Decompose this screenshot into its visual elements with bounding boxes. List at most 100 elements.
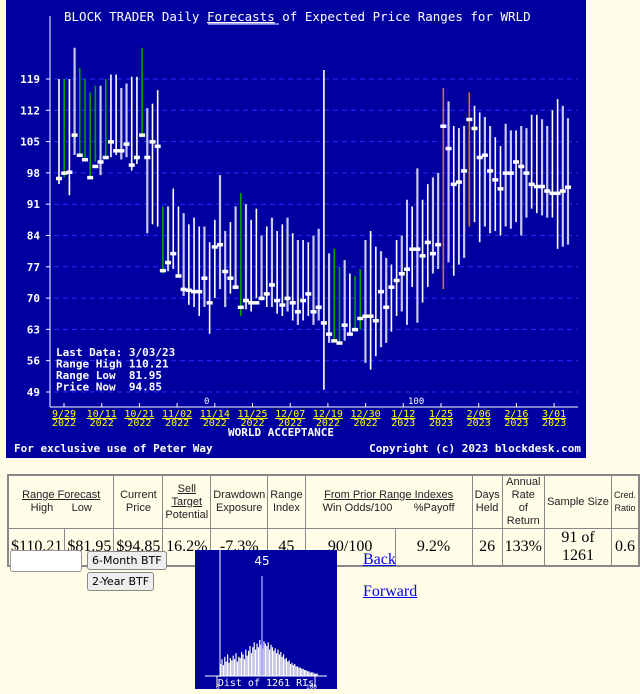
hist-bar	[308, 671, 310, 676]
forward-link[interactable]: Forward	[363, 583, 417, 601]
header-range-forecast: Range Forecast High Low	[7, 474, 115, 529]
x-tick-label-year: 2023	[542, 418, 566, 429]
footer-exclusive: For exclusive use of Peter Way	[14, 442, 213, 455]
y-tick-label: 112	[20, 104, 40, 117]
header-drawdown: Drawdown Exposure	[210, 474, 269, 529]
price-marker	[393, 278, 400, 283]
price-marker	[175, 274, 182, 278]
hist-bar	[239, 658, 241, 676]
price-marker	[217, 242, 224, 247]
forecasts-link[interactable]: Forecasts	[207, 9, 275, 24]
price-marker	[383, 305, 390, 310]
hist-bar	[273, 650, 275, 676]
hist-bar	[228, 662, 230, 676]
price-marker	[476, 155, 483, 160]
header-current-price: Current Price	[113, 474, 164, 529]
hist-bar	[295, 666, 297, 676]
hist-bar	[285, 658, 287, 676]
hist-bar	[304, 670, 306, 676]
price-marker	[154, 144, 161, 149]
y-tick-label: 70	[27, 292, 40, 305]
hist-bar	[288, 660, 290, 676]
price-marker	[107, 140, 114, 144]
price-marker	[331, 339, 338, 343]
price-marker	[513, 160, 520, 164]
hist-bar	[283, 654, 285, 676]
hist-bar	[290, 664, 292, 676]
hist-bar	[264, 643, 266, 676]
y-tick-label: 105	[20, 136, 40, 149]
six-month-btf-button[interactable]: 6-Month BTF	[87, 551, 167, 570]
price-marker	[300, 298, 307, 303]
hist-bar	[274, 648, 276, 676]
value-annual-return: 133%	[501, 528, 545, 567]
price-marker	[268, 283, 275, 287]
hist-bar	[252, 647, 254, 676]
hist-bar	[312, 672, 314, 676]
price-marker	[320, 321, 327, 325]
x-tick-label-year: 2023	[504, 418, 528, 429]
price-marker	[279, 303, 286, 307]
hist-bar	[221, 659, 223, 676]
hist-bar	[276, 653, 278, 676]
hist-bar	[234, 659, 236, 676]
price-marker	[336, 341, 343, 345]
price-marker	[305, 292, 312, 296]
price-marker	[502, 171, 509, 175]
y-tick-label: 56	[27, 355, 41, 368]
hist-bar	[246, 655, 248, 676]
price-marker	[97, 160, 104, 164]
symbol-input[interactable]	[10, 550, 82, 572]
price-marker	[66, 170, 73, 175]
hist-bar	[235, 653, 237, 676]
price-marker	[284, 296, 291, 301]
back-link[interactable]: Back	[363, 551, 396, 569]
price-marker	[398, 272, 405, 276]
hist-bar	[224, 656, 226, 676]
hist-bar	[249, 646, 251, 676]
value-sample-size: 91 of 1261	[543, 528, 612, 567]
price-marker	[253, 301, 260, 305]
header-sample-size: Sample Size	[543, 474, 612, 529]
price-marker	[352, 327, 359, 332]
header-days-held: Days Held	[471, 474, 503, 529]
price-marker	[128, 163, 135, 167]
hist-bar	[281, 656, 283, 676]
price-marker	[450, 182, 457, 187]
hist-bar	[259, 640, 261, 676]
price-marker	[113, 149, 120, 153]
price-marker	[424, 240, 431, 245]
price-marker	[123, 142, 130, 146]
hist-bar	[292, 665, 294, 676]
price-marker	[294, 310, 301, 314]
hist-bar	[227, 654, 229, 676]
hist-bar	[277, 649, 279, 676]
price-marker	[139, 133, 146, 137]
price-marker	[274, 298, 281, 303]
axis-marker-0: 0	[204, 397, 209, 407]
hist-bar	[253, 642, 255, 676]
price-marker	[81, 157, 88, 162]
price-marker	[237, 305, 244, 310]
hist-bar	[301, 668, 303, 676]
hist-bar	[297, 666, 299, 676]
hist-bar	[245, 649, 247, 676]
hist-caption: Dist of 1261 RIs	[218, 678, 314, 689]
price-marker	[378, 289, 385, 294]
price-marker	[258, 296, 265, 301]
hist-bar	[242, 654, 244, 676]
info-box-line: Price Now 94.85	[56, 381, 162, 394]
hist-bar	[250, 653, 252, 676]
x-tick-label-year: 2023	[391, 418, 415, 429]
header-sell-target: Sell Target Potential	[162, 474, 212, 529]
hist-bar	[257, 647, 259, 676]
price-marker	[466, 117, 473, 122]
price-marker	[372, 318, 379, 323]
header-range-index: Range Index	[267, 474, 306, 529]
price-marker	[149, 140, 156, 144]
two-year-btf-button[interactable]: 2-Year BTF	[87, 572, 155, 591]
price-marker	[487, 169, 494, 173]
price-marker	[403, 267, 410, 272]
y-tick-label: 119	[20, 73, 40, 86]
price-marker	[409, 247, 416, 251]
